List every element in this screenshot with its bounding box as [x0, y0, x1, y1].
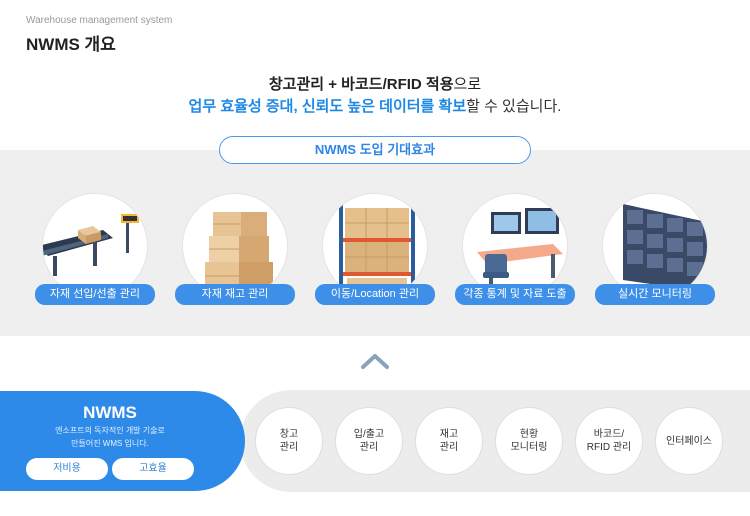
feature-label: 자재 선입/선출 관리	[35, 284, 155, 305]
page-title: NWMS 개요	[26, 35, 116, 54]
feature-label: 자재 재고 관리	[175, 284, 295, 305]
function-line1: 입/출고	[353, 429, 385, 440]
feature-item: 이동/Location 관리	[315, 193, 435, 308]
summary-desc-line1: 엔소프트의 독자적인 개발 기술로	[55, 426, 165, 435]
feature-item: 자재 재고 관리	[175, 193, 295, 308]
low-cost-badge: 저비용	[26, 458, 108, 480]
function-line1: 인터페이스	[666, 435, 712, 447]
function-line1: 현황	[519, 429, 539, 440]
effects-title: NWMS 도입 기대효과	[219, 136, 531, 164]
function-line2: 모니터링	[510, 442, 548, 453]
function-inventory: 재고관리	[415, 407, 483, 475]
function-line2: RFID 관리	[586, 442, 632, 453]
headline-line1-bold: 창고관리 + 바코드/RFID 적용	[268, 76, 454, 93]
function-line1: 바코드/	[593, 429, 625, 440]
headline-line2: 업무 효율성 증대, 신뢰도 높은 데이터를 확보할 수 있습니다.	[0, 95, 750, 116]
feature-label: 이동/Location 관리	[315, 284, 435, 305]
function-monitoring: 현황모니터링	[495, 407, 563, 475]
function-barcode-rfid: 바코드/RFID 관리	[575, 407, 643, 475]
function-line1: 재고	[439, 429, 459, 440]
function-line1: 창고	[279, 429, 299, 440]
headline-line2-rest: 할 수 있습니다.	[466, 98, 562, 115]
feature-label: 각종 통계 및 자료 도출	[455, 284, 575, 305]
feature-item: 자재 선입/선출 관리	[35, 193, 155, 308]
header-subtitle: Warehouse management system	[26, 15, 173, 26]
function-inout: 입/출고관리	[335, 407, 403, 475]
function-line2: 관리	[279, 442, 299, 453]
function-interface: 인터페이스	[655, 407, 723, 475]
headline-line1: 창고관리 + 바코드/RFID 적용으로	[0, 73, 750, 94]
feature-item: 각종 통계 및 자료 도출	[455, 193, 575, 308]
headline-line1-rest: 으로	[453, 76, 482, 93]
chevron-up-icon[interactable]	[360, 352, 390, 370]
feature-item: 실시간 모니터링	[595, 193, 715, 308]
summary-desc-line2: 만들어진 WMS 입니다.	[71, 439, 149, 448]
function-line2: 관리	[439, 442, 459, 453]
headline-line2-blue: 업무 효율성 증대, 신뢰도 높은 데이터를 확보	[188, 98, 467, 115]
function-line2: 관리	[359, 442, 379, 453]
nwms-summary-panel: NWMS 엔소프트의 독자적인 개발 기술로 만들어진 WMS 입니다. 저비용…	[0, 391, 245, 491]
function-warehouse: 창고관리	[255, 407, 323, 475]
summary-description: 엔소프트의 독자적인 개발 기술로 만들어진 WMS 입니다.	[0, 424, 220, 450]
summary-title: NWMS	[83, 403, 137, 422]
feature-label: 실시간 모니터링	[595, 284, 715, 305]
high-efficiency-badge: 고효율	[112, 458, 194, 480]
